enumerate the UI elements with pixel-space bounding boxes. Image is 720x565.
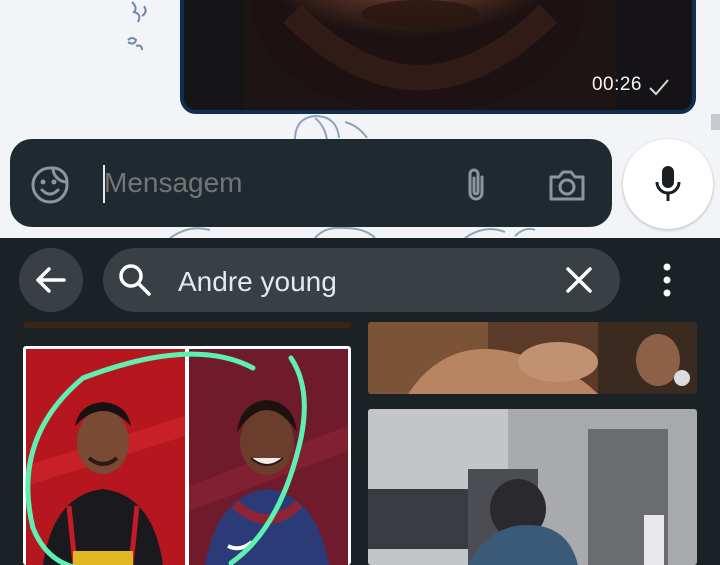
back-button[interactable] xyxy=(19,248,83,312)
wallpaper-doodle xyxy=(294,114,368,141)
gif-search-panel: Andre young xyxy=(0,238,720,565)
message-composer xyxy=(10,139,612,227)
gif-search-field[interactable]: Andre young xyxy=(103,248,620,312)
paperclip-icon[interactable] xyxy=(456,163,496,207)
sent-check-icon xyxy=(649,79,669,96)
gif-result[interactable] xyxy=(23,322,351,328)
camera-icon[interactable] xyxy=(544,163,590,207)
microphone-icon xyxy=(655,166,681,201)
gif-result[interactable] xyxy=(368,322,697,394)
scrollbar-thumb[interactable] xyxy=(711,114,720,130)
text-caret xyxy=(103,165,105,203)
wallpaper-doodle xyxy=(127,1,147,51)
video-thumbnail xyxy=(184,0,692,110)
gif-result[interactable] xyxy=(23,346,351,565)
gif-thumbnail xyxy=(368,322,697,394)
gif-thumbnail xyxy=(368,409,697,565)
video-duration: 00:26 xyxy=(591,74,642,95)
arrow-left-icon xyxy=(36,267,66,293)
gif-result[interactable] xyxy=(368,409,697,565)
gif-results-grid xyxy=(0,322,720,565)
search-icon xyxy=(117,262,153,298)
message-input[interactable] xyxy=(104,163,444,203)
more-vertical-icon xyxy=(663,263,671,297)
voice-record-button[interactable] xyxy=(623,139,713,229)
video-message[interactable]: 00:26 xyxy=(180,0,696,114)
close-icon[interactable] xyxy=(561,262,597,298)
gif-thumbnail xyxy=(25,349,348,565)
sticker-face-icon[interactable] xyxy=(28,163,72,207)
more-options-button[interactable] xyxy=(652,260,682,300)
search-query[interactable]: Andre young xyxy=(178,266,337,298)
